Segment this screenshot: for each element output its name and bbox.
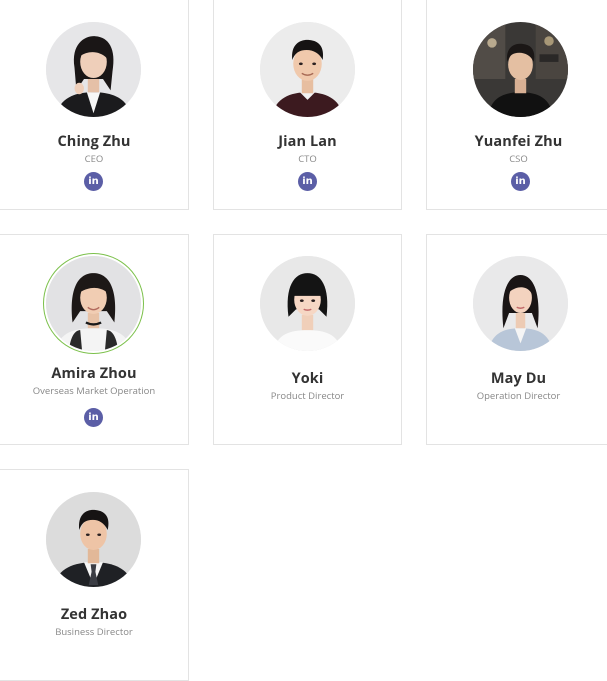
member-role: CEO [84,152,104,165]
team-card-yoki: Yoki Product Director [213,234,402,445]
team-card-may-du: May Du Operation Director [426,234,607,445]
member-name: May Du [490,369,547,388]
member-role: Business Director [55,625,133,638]
team-card-amira-zhou: Amira Zhou Overseas Market Operation in [0,234,189,445]
member-role: Overseas Market Operation [32,384,156,397]
member-role: CTO [298,152,317,165]
profile-photo [260,22,355,117]
profile-photo [46,256,141,351]
member-role: Operation Director [476,389,561,402]
member-name: Jian Lan [278,132,337,151]
member-name: Ching Zhu [57,132,131,151]
linkedin-icon[interactable]: in [84,172,103,191]
team-card-yuanfei-zhu: Yuanfei Zhu CSO in [426,0,607,210]
member-role: Product Director [270,389,345,402]
linkedin-icon[interactable]: in [298,172,317,191]
profile-photo [473,256,568,351]
member-name: Yoki [291,369,324,388]
member-name: Amira Zhou [51,364,137,383]
profile-photo [260,256,355,351]
profile-photo [473,22,568,117]
team-card-zed-zhao: Zed Zhao Business Director [0,469,189,681]
member-role: CSO [509,152,528,165]
team-card-ching-zhu: Ching Zhu CEO in [0,0,189,210]
linkedin-icon[interactable]: in [511,172,530,191]
member-name: Zed Zhao [60,605,128,624]
linkedin-icon[interactable]: in [84,408,103,427]
team-card-jian-lan: Jian Lan CTO in [213,0,402,210]
member-name: Yuanfei Zhu [474,132,563,151]
profile-photo [46,492,141,587]
profile-photo [46,22,141,117]
